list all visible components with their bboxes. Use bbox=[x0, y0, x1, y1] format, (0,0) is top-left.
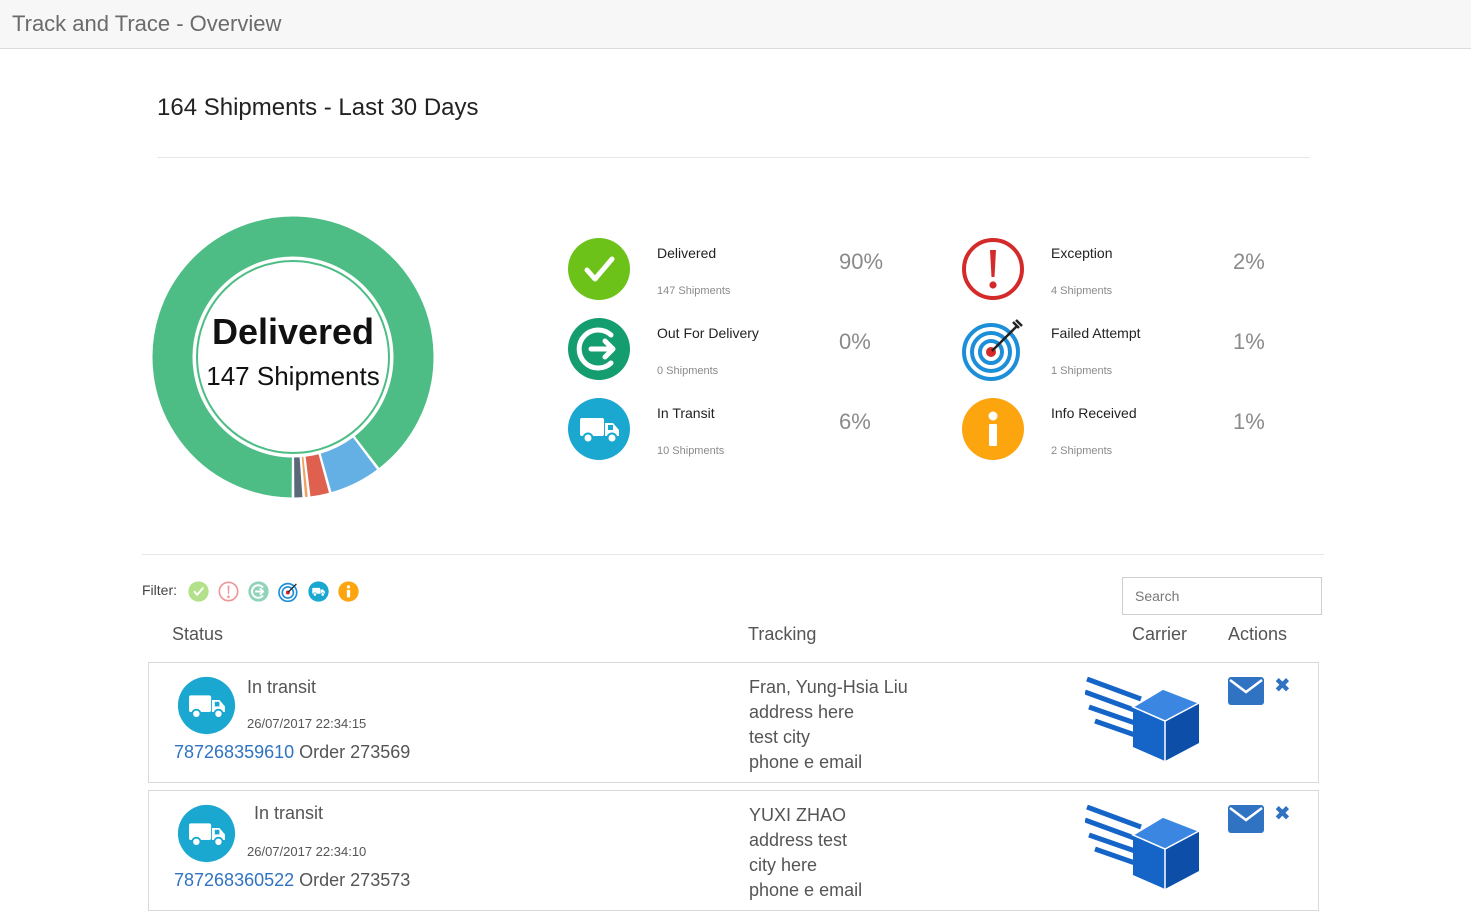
filter-out-for-delivery-icon[interactable] bbox=[248, 581, 269, 602]
divider bbox=[142, 554, 1324, 555]
recipient-street: address test bbox=[749, 830, 848, 850]
filter-label: Filter: bbox=[142, 582, 177, 598]
tracking-number-link[interactable]: 787268359610 bbox=[174, 742, 294, 762]
order-number: Order 273573 bbox=[299, 870, 411, 890]
shipment-summary-heading: 164 Shipments - Last 30 Days bbox=[157, 94, 479, 121]
column-header-status[interactable]: Status bbox=[172, 624, 223, 645]
status-donut-chart: Delivered 147 Shipments bbox=[151, 215, 435, 499]
page-title: Track and Trace - Overview bbox=[12, 11, 282, 36]
column-header-actions: Actions bbox=[1228, 624, 1288, 644]
stat-percent: 6% bbox=[839, 409, 871, 434]
stat-label: Out For Delivery bbox=[657, 325, 759, 341]
close-icon[interactable]: ✖ bbox=[1274, 801, 1291, 826]
recipient-city: city here bbox=[749, 855, 818, 875]
shipment-timestamp: 26/07/2017 22:34:15 bbox=[247, 716, 367, 731]
recipient-address: Fran, Yung-Hsia Liu address here test ci… bbox=[749, 675, 908, 775]
info-icon bbox=[962, 398, 1024, 460]
stat-percent: 1% bbox=[1233, 329, 1265, 354]
shipment-reference: 787268360522 Order 273573 bbox=[174, 870, 410, 891]
close-icon[interactable]: ✖ bbox=[1274, 673, 1291, 698]
truck-icon bbox=[568, 398, 630, 460]
filter-delivered-icon[interactable] bbox=[188, 581, 209, 602]
stat-label: Failed Attempt bbox=[1051, 325, 1141, 341]
stat-label: Info Received bbox=[1051, 405, 1137, 421]
stat-count: 10 Shipments bbox=[657, 445, 725, 457]
stat-label: In Transit bbox=[657, 405, 715, 421]
stat-in-transit[interactable]: In Transit 10 Shipments 6% bbox=[567, 397, 907, 467]
shipment-status: In transit bbox=[247, 677, 317, 697]
target-icon bbox=[962, 319, 1023, 381]
truck-icon bbox=[177, 804, 236, 863]
stat-percent: 0% bbox=[839, 329, 871, 354]
truck-icon bbox=[177, 676, 236, 735]
title-bar: Track and Trace - Overview bbox=[0, 0, 1471, 49]
stat-percent: 90% bbox=[839, 249, 884, 274]
recipient-city: test city bbox=[749, 727, 811, 747]
divider bbox=[157, 157, 1310, 158]
tracking-number-link[interactable]: 787268360522 bbox=[174, 870, 294, 890]
recipient-contact: phone e email bbox=[749, 880, 863, 900]
stat-count: 1 Shipments bbox=[1051, 365, 1113, 377]
column-header-tracking[interactable]: Tracking bbox=[748, 624, 816, 645]
carrier-box-icon bbox=[1085, 805, 1201, 889]
donut-segment-delivered[interactable] bbox=[151, 215, 435, 499]
recipient-contact: phone e email bbox=[749, 752, 863, 772]
shipment-reference: 787268359610 Order 273569 bbox=[174, 742, 410, 763]
shipment-timestamp: 26/07/2017 22:34:10 bbox=[247, 844, 367, 859]
stat-failed-attempt[interactable]: Failed Attempt 1 Shipments 1% bbox=[961, 317, 1301, 387]
donut-center-subtitle: 147 Shipments bbox=[206, 361, 379, 391]
recipient-address: YUXI ZHAO address test city here phone e… bbox=[749, 803, 862, 903]
filter-in-transit-icon[interactable] bbox=[308, 581, 329, 602]
stat-label: Delivered bbox=[657, 245, 717, 261]
stat-count: 147 Shipments bbox=[657, 285, 731, 297]
filter-failed-attempt-icon[interactable] bbox=[278, 581, 299, 602]
stat-out-for-delivery[interactable]: Out For Delivery 0 Shipments 0% bbox=[567, 317, 907, 387]
stat-percent: 1% bbox=[1233, 409, 1265, 434]
recipient-name: Fran, Yung-Hsia Liu bbox=[749, 677, 908, 697]
exclamation-icon bbox=[962, 238, 1024, 300]
shipment-row[interactable]: In transit 26/07/2017 22:34:10 787268360… bbox=[148, 790, 1319, 911]
stat-info-received[interactable]: Info Received 2 Shipments 1% bbox=[961, 397, 1301, 467]
order-number: Order 273569 bbox=[299, 742, 411, 762]
recipient-name: YUXI ZHAO bbox=[749, 805, 847, 825]
shipment-status: In transit bbox=[254, 803, 324, 823]
stat-label: Exception bbox=[1051, 245, 1113, 261]
stat-percent: 2% bbox=[1233, 249, 1265, 274]
column-header-carrier[interactable]: Carrier bbox=[1132, 624, 1187, 645]
stat-count: 0 Shipments bbox=[657, 365, 719, 377]
shipment-row[interactable]: In transit 26/07/2017 22:34:15 787268359… bbox=[148, 662, 1319, 783]
stat-delivered[interactable]: Delivered 147 Shipments 90% bbox=[567, 237, 907, 307]
donut-center-title: Delivered bbox=[212, 311, 374, 352]
carrier-box-icon bbox=[1085, 677, 1201, 761]
donut-inner-ring bbox=[196, 260, 390, 454]
email-icon[interactable] bbox=[1228, 677, 1264, 705]
search-input[interactable] bbox=[1122, 577, 1322, 615]
out-for-delivery-icon bbox=[568, 318, 630, 380]
check-icon bbox=[568, 238, 630, 300]
stat-exception[interactable]: Exception 4 Shipments 2% bbox=[961, 237, 1301, 307]
filter-info-received-icon[interactable] bbox=[338, 581, 359, 602]
recipient-street: address here bbox=[749, 702, 855, 722]
stat-count: 2 Shipments bbox=[1051, 445, 1113, 457]
stat-count: 4 Shipments bbox=[1051, 285, 1113, 297]
filter-exception-icon[interactable] bbox=[218, 581, 239, 602]
email-icon[interactable] bbox=[1228, 805, 1264, 833]
donut-segments bbox=[151, 215, 435, 499]
